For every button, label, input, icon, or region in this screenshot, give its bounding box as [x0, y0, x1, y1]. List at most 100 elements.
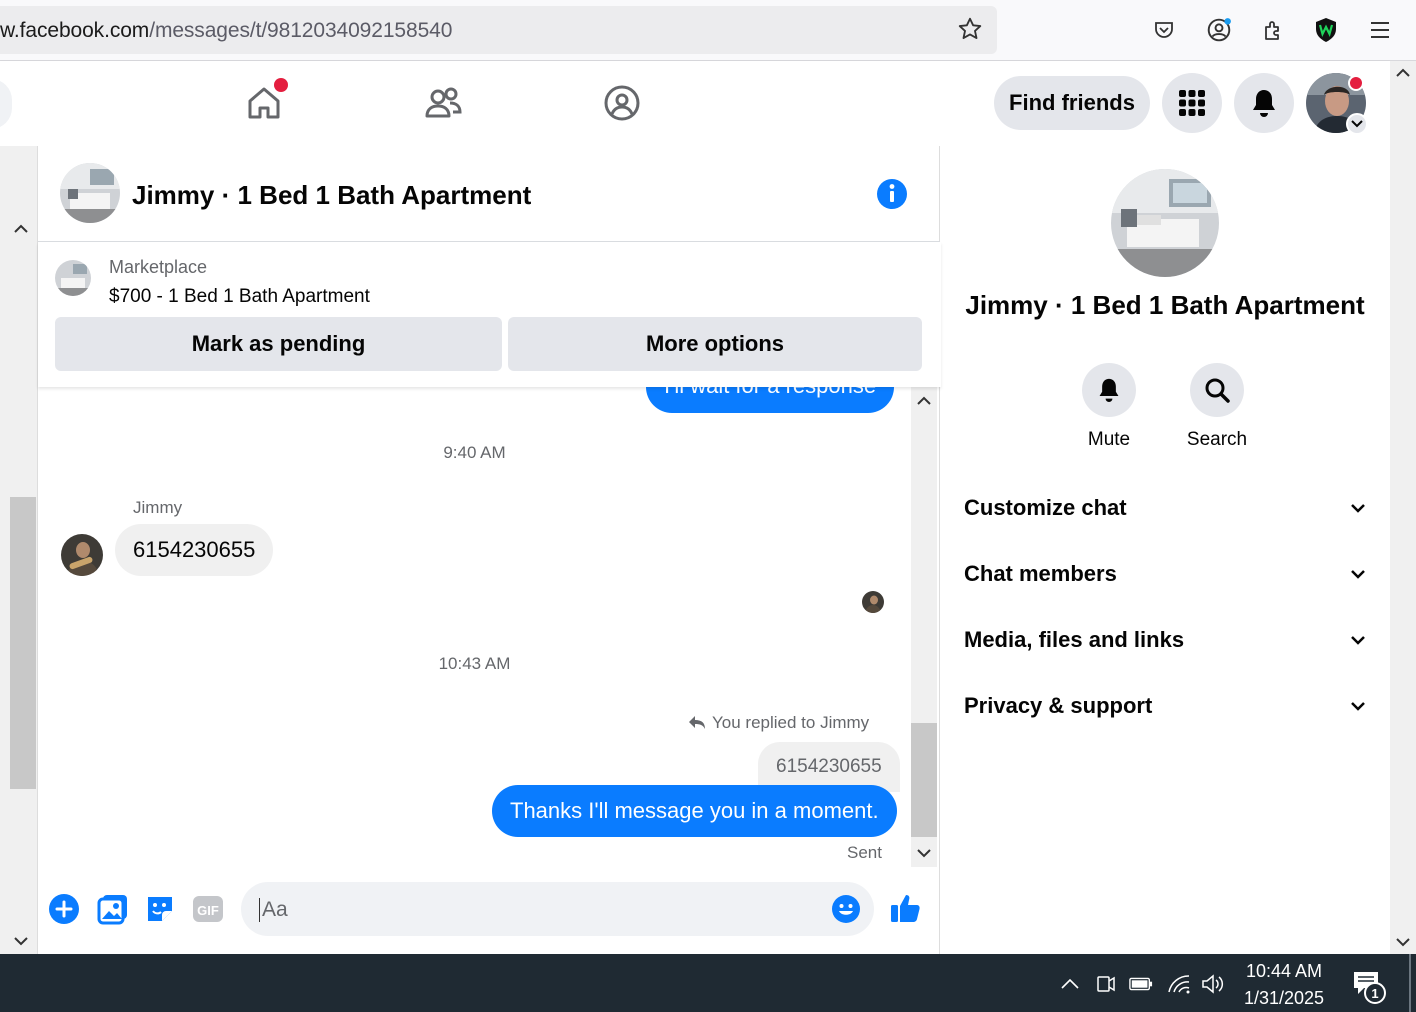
timestamp: 10:43 AM — [438, 654, 511, 673]
scroll-thumb[interactable] — [911, 723, 937, 837]
clock-date[interactable]: 1/31/2025 — [1232, 988, 1336, 1009]
url-domain: facebook.com — [19, 19, 150, 42]
find-friends-button[interactable]: Find friends — [994, 76, 1150, 130]
shield-extension-icon[interactable] — [1311, 15, 1341, 45]
windows-taskbar: 10:44 AM 1/31/2025 1 — [0, 954, 1416, 1012]
browser-toolbar: w.facebook.com/messages/t/98120340921585… — [0, 0, 1416, 61]
message-input[interactable]: Aa — [241, 882, 874, 936]
volume-icon[interactable] — [1201, 972, 1225, 996]
section-label: Privacy & support — [964, 693, 1153, 718]
message-bubble-outgoing[interactable]: Thanks I'll message you in a moment. — [492, 785, 897, 837]
message-scrollbar[interactable] — [911, 387, 937, 867]
chat-details-panel: Jimmy · 1 Bed 1 Bath Apartment Mute Sear… — [940, 146, 1390, 954]
wifi-icon[interactable] — [1167, 972, 1191, 996]
friends-icon[interactable] — [421, 81, 465, 125]
address-bar[interactable]: w.facebook.com/messages/t/98120340921585… — [0, 6, 997, 54]
section-media-files-links[interactable]: Media, files and links — [964, 620, 1366, 660]
sticker-icon[interactable] — [144, 893, 176, 925]
section-chat-members[interactable]: Chat members — [964, 554, 1366, 594]
chevron-down-icon — [1351, 702, 1365, 711]
search-icon[interactable] — [1190, 363, 1244, 417]
clock-time[interactable]: 10:44 AM — [1232, 961, 1336, 982]
marketplace-label: Marketplace — [109, 257, 208, 277]
mute-bell-icon[interactable] — [1082, 363, 1136, 417]
battery-icon[interactable] — [1129, 972, 1153, 996]
meet-now-icon[interactable] — [1094, 972, 1118, 996]
scroll-thumb[interactable] — [10, 497, 36, 789]
message-bubble-outgoing-partial[interactable]: I'll wait for a response — [646, 387, 895, 413]
search-label: Search — [1186, 429, 1248, 450]
mark-as-pending-button[interactable]: Mark as pending — [55, 317, 502, 371]
show-desktop-divider[interactable] — [1409, 954, 1411, 1012]
message-status: Sent — [847, 843, 882, 862]
notification-dot — [274, 78, 288, 92]
url-text: w.facebook.com/messages/t/98120340921585… — [0, 19, 452, 43]
chevron-down-icon — [1351, 570, 1365, 579]
menu-grid-icon[interactable] — [1162, 73, 1222, 133]
scroll-down-arrow-icon[interactable] — [1396, 937, 1410, 947]
section-label: Media, files and links — [964, 627, 1185, 652]
home-icon[interactable] — [242, 78, 288, 125]
listing-title[interactable]: $700 - 1 Bed 1 Bath Apartment — [109, 286, 370, 308]
notification-count-badge: 1 — [1364, 982, 1386, 1004]
scroll-up-arrow-icon[interactable] — [14, 224, 28, 234]
mute-label: Mute — [1087, 429, 1131, 450]
left-panel-scrollbar[interactable] — [0, 146, 37, 954]
scroll-up-arrow-icon[interactable] — [917, 396, 931, 406]
scroll-down-arrow-icon[interactable] — [917, 848, 931, 858]
action-center-icon[interactable]: 1 — [1352, 970, 1388, 1006]
message-input-placeholder: Aa — [259, 898, 288, 922]
section-label: Chat members — [964, 561, 1117, 586]
section-customize-chat[interactable]: Customize chat — [964, 488, 1366, 528]
listing-thumbnail[interactable] — [55, 260, 91, 296]
message-list: I'll wait for a response 9:40 AM Jimmy 6… — [38, 387, 911, 867]
info-icon[interactable] — [876, 178, 908, 210]
gif-icon[interactable]: GIF — [192, 893, 224, 925]
emoji-icon[interactable] — [831, 894, 861, 924]
reply-note: You replied to Jimmy — [688, 713, 869, 733]
scroll-up-arrow-icon[interactable] — [1396, 68, 1410, 78]
section-label: Customize chat — [964, 495, 1127, 520]
profile-badge — [1348, 75, 1364, 91]
url-path: /messages/t/9812034092158540 — [149, 19, 453, 42]
read-receipt-avatar — [862, 591, 884, 613]
timestamp: 9:40 AM — [443, 443, 506, 462]
details-title: Jimmy · 1 Bed 1 Bath Apartment — [965, 290, 1365, 320]
chat-conversation: Jimmy · 1 Bed 1 Bath Apartment Marketpla… — [37, 146, 941, 954]
chevron-down-icon[interactable] — [1346, 113, 1368, 135]
notifications-bell-icon[interactable] — [1234, 73, 1294, 133]
sender-avatar[interactable] — [61, 534, 103, 576]
thumbs-up-icon[interactable] — [889, 891, 923, 925]
mute-action[interactable]: Mute — [1064, 363, 1154, 451]
show-hidden-icons-chevron-icon[interactable] — [1058, 972, 1082, 996]
more-options-button[interactable]: More options — [508, 317, 922, 371]
chevron-down-icon — [1351, 504, 1365, 513]
section-privacy-support[interactable]: Privacy & support — [964, 686, 1366, 726]
message-composer: GIF Aa — [38, 867, 941, 954]
page-scrollbar[interactable] — [1390, 61, 1416, 954]
chat-title: Jimmy · 1 Bed 1 Bath Apartment — [132, 180, 532, 210]
plus-icon[interactable] — [48, 893, 80, 925]
chat-avatar[interactable] — [60, 163, 120, 223]
scroll-down-arrow-icon[interactable] — [14, 936, 28, 946]
marketplace-card: Marketplace $700 - 1 Bed 1 Bath Apartmen… — [38, 242, 941, 387]
url-prefix: w. — [0, 19, 20, 42]
facebook-header: Find friends — [0, 61, 1390, 146]
extensions-icon[interactable] — [1258, 15, 1288, 45]
sender-name: Jimmy — [133, 498, 183, 517]
photo-icon[interactable] — [97, 893, 129, 925]
profile-menu[interactable] — [1306, 73, 1368, 135]
groups-icon[interactable] — [600, 81, 644, 125]
svg-text:GIF: GIF — [197, 903, 219, 918]
chevron-down-icon — [1351, 636, 1365, 645]
bookmark-star-icon[interactable] — [957, 16, 983, 42]
message-bubble-incoming[interactable]: 6154230655 — [115, 524, 274, 576]
chat-header: Jimmy · 1 Bed 1 Bath Apartment — [38, 146, 941, 242]
search-action[interactable]: Search — [1172, 363, 1262, 451]
pocket-icon[interactable] — [1149, 15, 1179, 45]
details-avatar[interactable] — [1111, 169, 1219, 277]
menu-icon[interactable] — [1365, 15, 1395, 45]
account-icon[interactable] — [1204, 15, 1234, 45]
reply-arrow-icon — [689, 716, 705, 729]
search-field-edge[interactable] — [0, 79, 12, 129]
